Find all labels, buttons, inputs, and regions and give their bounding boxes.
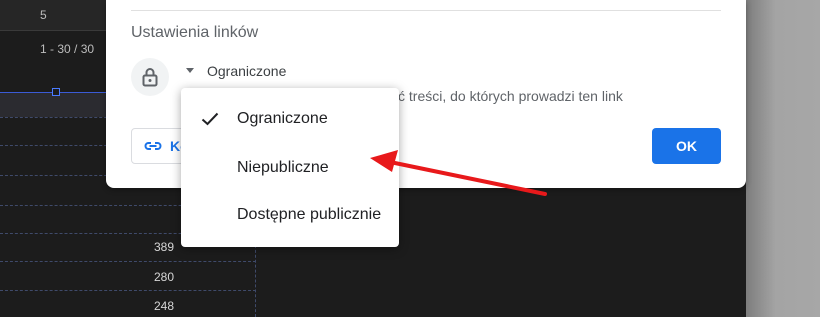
annotation-arrow xyxy=(370,150,547,196)
